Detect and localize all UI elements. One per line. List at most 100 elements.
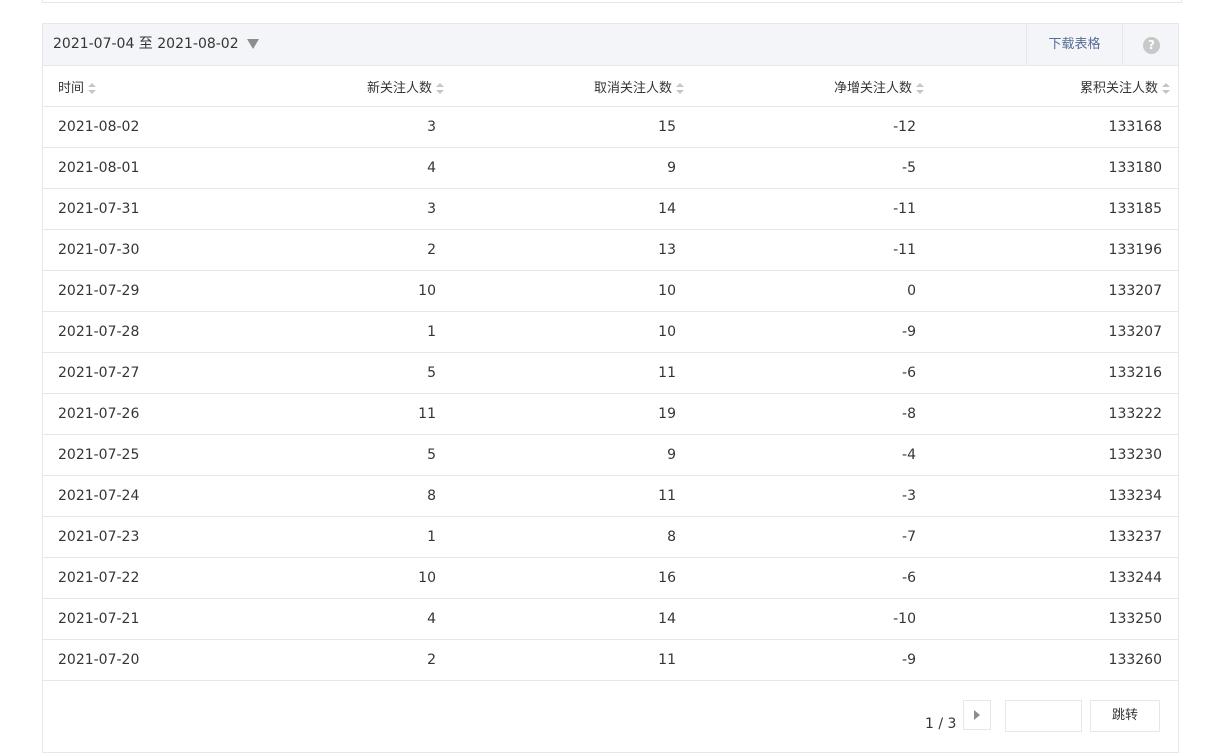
value-cell: -8 <box>692 393 932 435</box>
download-table-button[interactable]: 下载表格 <box>1026 24 1123 65</box>
caret-down-icon <box>246 39 259 49</box>
value-cell: 133234 <box>932 475 1178 517</box>
header-total-followers[interactable]: 累积关注人数 <box>932 66 1178 107</box>
value-cell: 0 <box>692 270 932 312</box>
value-cell: 4 <box>223 147 452 189</box>
header-unfollows[interactable]: 取消关注人数 <box>452 66 692 107</box>
header-label: 新关注人数 <box>366 80 432 96</box>
sort-icon[interactable] <box>436 82 444 94</box>
date-cell: 2021-07-23 <box>43 516 223 558</box>
date-cell: 2021-07-24 <box>43 475 223 517</box>
header-net-growth[interactable]: 净增关注人数 <box>692 66 932 107</box>
value-cell: 9 <box>452 434 692 476</box>
header-new-followers[interactable]: 新关注人数 <box>223 66 452 107</box>
table-row: 2021-07-29 10 10 0 133207 <box>43 270 1178 312</box>
value-cell: -5 <box>692 147 932 189</box>
date-cell: 2021-07-31 <box>43 188 223 230</box>
value-cell: -7 <box>692 516 932 558</box>
value-cell: 133230 <box>932 434 1178 476</box>
header-date[interactable]: 时间 <box>43 66 223 107</box>
value-cell: 133207 <box>932 270 1178 312</box>
value-cell: 10 <box>223 557 452 599</box>
table-row: 2021-07-30 2 13 -11 133196 <box>43 229 1178 271</box>
value-cell: -6 <box>692 352 932 394</box>
table-row: 2021-07-21 4 14 -10 133250 <box>43 598 1178 640</box>
date-cell: 2021-07-28 <box>43 311 223 353</box>
header-label: 时间 <box>58 80 85 96</box>
value-cell: 2 <box>223 229 452 271</box>
value-cell: 8 <box>223 475 452 517</box>
value-cell: 5 <box>223 434 452 476</box>
value-cell: 11 <box>452 475 692 517</box>
previous-panel-edge <box>42 0 1182 3</box>
value-cell: 4 <box>223 598 452 640</box>
value-cell: -12 <box>692 106 932 148</box>
sort-icon[interactable] <box>1162 82 1170 94</box>
date-cell: 2021-07-30 <box>43 229 223 271</box>
value-cell: 133222 <box>932 393 1178 435</box>
value-cell: -6 <box>692 557 932 599</box>
header-label: 累积关注人数 <box>1079 80 1158 96</box>
date-cell: 2021-07-21 <box>43 598 223 640</box>
table-row: 2021-07-27 5 11 -6 133216 <box>43 352 1178 394</box>
table-row: 2021-07-24 8 11 -3 133234 <box>43 475 1178 517</box>
table-header-row: 时间 新关注人数 取消关注人数 净增关注人数 累积关注人数 <box>43 66 1178 107</box>
date-cell: 2021-07-22 <box>43 557 223 599</box>
table-row: 2021-07-23 1 8 -7 133237 <box>43 516 1178 558</box>
header-label: 净增关注人数 <box>833 80 912 96</box>
fans-table: 时间 新关注人数 取消关注人数 净增关注人数 累积关注人数 2021-08-02 3 15-… <box>43 66 1178 681</box>
value-cell: 19 <box>452 393 692 435</box>
value-cell: 10 <box>452 311 692 353</box>
table-body: 2021-08-02 3 15 -12 133168 2021-08-01 4 9 -5 1331… <box>43 106 1178 681</box>
value-cell: -9 <box>692 311 932 353</box>
value-cell: 11 <box>452 352 692 394</box>
value-cell: 8 <box>452 516 692 558</box>
date-range-label: 2021-07-04 至 2021-08-02 <box>53 36 239 52</box>
value-cell: 3 <box>223 188 452 230</box>
header-label: 取消关注人数 <box>593 80 672 96</box>
value-cell: 11 <box>452 639 692 681</box>
date-cell: 2021-07-27 <box>43 352 223 394</box>
value-cell: 9 <box>452 147 692 189</box>
value-cell: -11 <box>692 188 932 230</box>
value-cell: 15 <box>452 106 692 148</box>
date-cell: 2021-07-20 <box>43 639 223 681</box>
table-row: 2021-07-31 3 14 -11 133185 <box>43 188 1178 230</box>
table-row: 2021-07-22 10 16 -6 133244 <box>43 557 1178 599</box>
value-cell: 133185 <box>932 188 1178 230</box>
date-range-selector[interactable]: 2021-07-04 至 2021-08-02 <box>53 24 259 65</box>
jump-button[interactable]: 跳转 <box>1090 700 1160 732</box>
page-number-input[interactable] <box>1005 700 1082 732</box>
value-cell: 133168 <box>932 106 1178 148</box>
value-cell: 133207 <box>932 311 1178 353</box>
value-cell: 3 <box>223 106 452 148</box>
fans-data-panel: 2021-07-04 至 2021-08-02 下载表格 ? 时间 新关注人数 取消… <box>42 23 1179 753</box>
value-cell: 133180 <box>932 147 1178 189</box>
table-row: 2021-07-26 11 19 -8 133222 <box>43 393 1178 435</box>
value-cell: 14 <box>452 188 692 230</box>
value-cell: 133216 <box>932 352 1178 394</box>
value-cell: 10 <box>452 270 692 312</box>
table-row: 2021-08-02 3 15 -12 133168 <box>43 106 1178 148</box>
date-cell: 2021-07-25 <box>43 434 223 476</box>
table-row: 2021-07-28 1 10 -9 133207 <box>43 311 1178 353</box>
value-cell: -9 <box>692 639 932 681</box>
sort-icon[interactable] <box>916 82 924 94</box>
next-page-button[interactable] <box>963 700 991 730</box>
value-cell: -4 <box>692 434 932 476</box>
table-row: 2021-07-25 5 9 -4 133230 <box>43 434 1178 476</box>
date-cell: 2021-07-29 <box>43 270 223 312</box>
date-cell: 2021-08-01 <box>43 147 223 189</box>
table-toolbar: 2021-07-04 至 2021-08-02 下载表格 ? <box>43 24 1178 66</box>
value-cell: 133250 <box>932 598 1178 640</box>
help-icon[interactable]: ? <box>1143 37 1160 54</box>
table-row: 2021-08-01 4 9 -5 133180 <box>43 147 1178 189</box>
value-cell: 133260 <box>932 639 1178 681</box>
value-cell: 133196 <box>932 229 1178 271</box>
sort-icon[interactable] <box>88 82 97 94</box>
sort-icon[interactable] <box>676 82 684 94</box>
value-cell: 1 <box>223 516 452 558</box>
date-cell: 2021-08-02 <box>43 106 223 148</box>
value-cell: 13 <box>452 229 692 271</box>
value-cell: 5 <box>223 352 452 394</box>
